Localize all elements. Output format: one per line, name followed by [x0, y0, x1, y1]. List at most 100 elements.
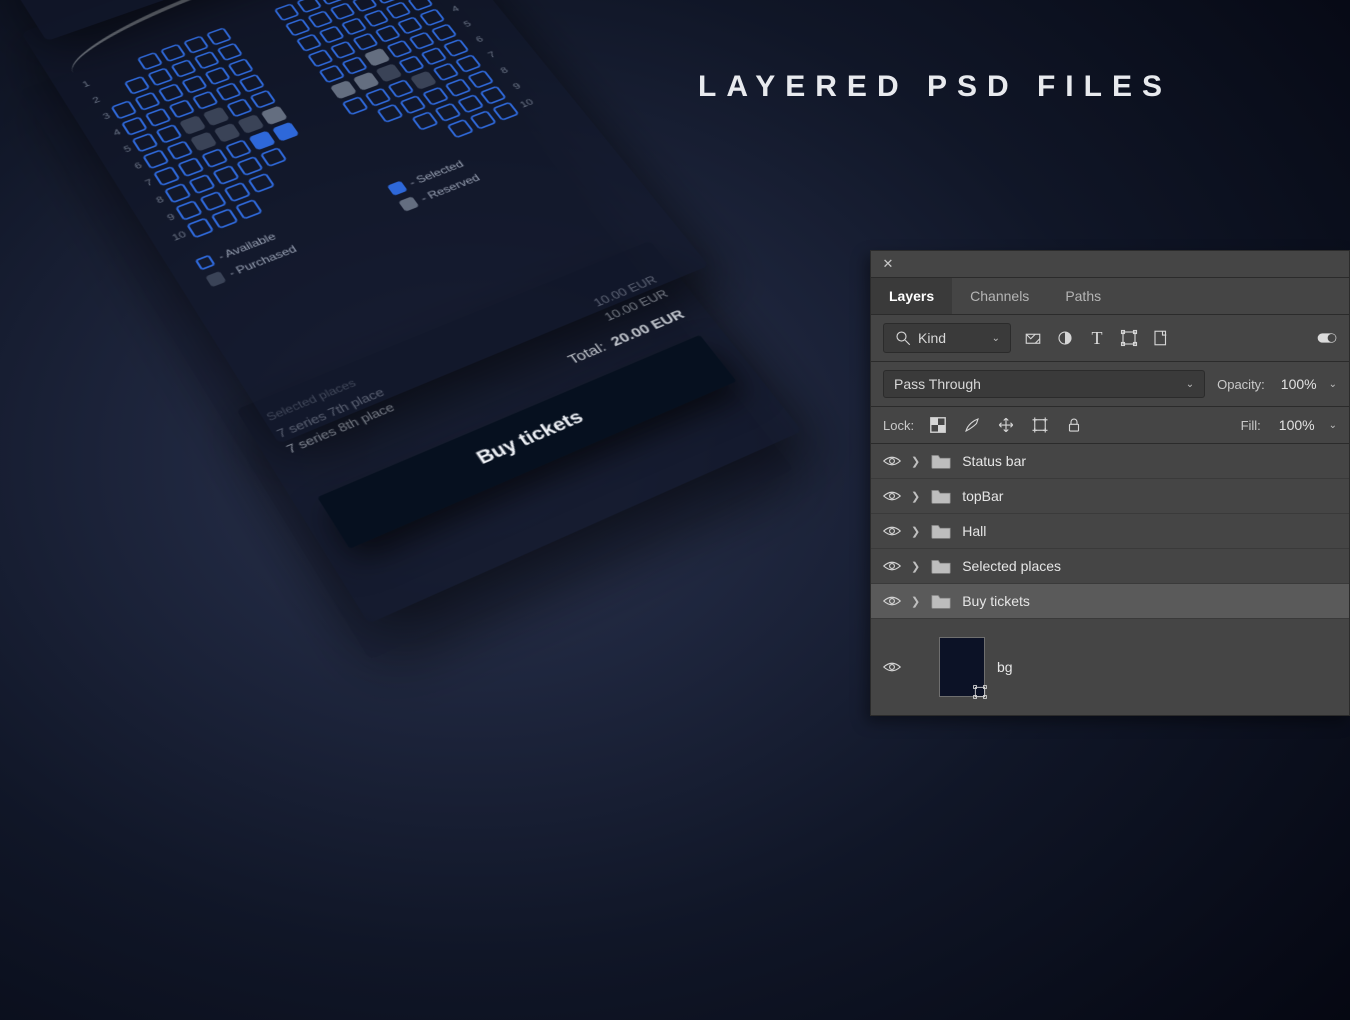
- seat[interactable]: [374, 24, 401, 43]
- seat[interactable]: [419, 8, 446, 26]
- seat[interactable]: [467, 70, 495, 89]
- seat[interactable]: [434, 102, 462, 122]
- seat[interactable]: [166, 140, 194, 160]
- filter-kind-dropdown[interactable]: Kind ⌄: [883, 323, 1011, 353]
- seat[interactable]: [225, 139, 253, 159]
- seat[interactable]: [212, 165, 240, 186]
- seat[interactable]: [318, 25, 345, 44]
- seat[interactable]: [444, 78, 472, 97]
- seat[interactable]: [235, 199, 263, 220]
- seat[interactable]: [124, 76, 151, 95]
- seat[interactable]: [199, 191, 227, 212]
- visibility-eye-icon[interactable]: [883, 524, 901, 538]
- layer-name[interactable]: Status bar: [962, 453, 1026, 469]
- seat[interactable]: [432, 62, 459, 81]
- seat[interactable]: [192, 91, 219, 110]
- seat[interactable]: [170, 59, 197, 78]
- layer-name[interactable]: Buy tickets: [962, 593, 1030, 609]
- seat[interactable]: [155, 124, 182, 144]
- seat[interactable]: [352, 32, 379, 51]
- seat[interactable]: [193, 51, 220, 70]
- seat[interactable]: [131, 133, 158, 153]
- seat[interactable]: [210, 208, 238, 229]
- seat[interactable]: [307, 49, 334, 68]
- layer-row[interactable]: ❯ Buy tickets: [871, 584, 1349, 619]
- fill-value[interactable]: 100%: [1279, 417, 1315, 433]
- lock-brush-icon[interactable]: [962, 415, 982, 435]
- seat[interactable]: [353, 72, 380, 91]
- seat[interactable]: [341, 56, 368, 75]
- seat[interactable]: [385, 1, 412, 19]
- seat[interactable]: [248, 130, 276, 150]
- layers-panel[interactable]: ✕ Layers Channels Paths Kind ⌄ T Pass Th…: [870, 250, 1350, 716]
- seat[interactable]: [408, 31, 435, 50]
- layer-row[interactable]: ❯ Status bar: [871, 444, 1349, 479]
- seat[interactable]: [203, 107, 230, 127]
- seat[interactable]: [142, 149, 170, 169]
- seat[interactable]: [397, 16, 424, 34]
- seat[interactable]: [410, 71, 437, 90]
- seat[interactable]: [188, 174, 216, 195]
- lock-transparent-icon[interactable]: [928, 415, 948, 435]
- seat[interactable]: [387, 79, 414, 98]
- panel-close-icon[interactable]: ✕: [879, 255, 897, 273]
- blend-mode-dropdown[interactable]: Pass Through ⌄: [883, 370, 1205, 398]
- seat[interactable]: [206, 27, 233, 46]
- layer-row[interactable]: ❯Selected places: [871, 549, 1349, 584]
- seat[interactable]: [160, 43, 187, 62]
- visibility-eye-icon[interactable]: [883, 489, 901, 503]
- lock-artboard-icon[interactable]: [1030, 415, 1050, 435]
- seat[interactable]: [274, 3, 300, 21]
- seat[interactable]: [375, 63, 402, 82]
- chevron-down-icon[interactable]: ⌄: [1329, 420, 1337, 431]
- visibility-eye-icon[interactable]: [883, 454, 901, 468]
- seat[interactable]: [177, 157, 205, 177]
- expand-arrow-icon[interactable]: ❯: [911, 525, 920, 538]
- seat[interactable]: [422, 86, 450, 105]
- seat[interactable]: [457, 94, 485, 114]
- seat[interactable]: [190, 131, 218, 151]
- filter-adjust-icon[interactable]: [1055, 328, 1075, 348]
- seat[interactable]: [307, 10, 334, 28]
- seat[interactable]: [164, 183, 192, 204]
- seat[interactable]: [110, 100, 137, 120]
- seat[interactable]: [364, 87, 391, 106]
- visibility-eye-icon[interactable]: [883, 559, 901, 573]
- seat[interactable]: [411, 111, 439, 131]
- seat[interactable]: [216, 43, 243, 62]
- seat[interactable]: [215, 82, 242, 101]
- layer-row-bg[interactable]: bg: [871, 619, 1349, 715]
- seat[interactable]: [223, 182, 251, 203]
- seat[interactable]: [398, 55, 425, 74]
- seat[interactable]: [329, 2, 356, 20]
- seat[interactable]: [145, 108, 172, 128]
- seat[interactable]: [399, 95, 427, 115]
- expand-arrow-icon[interactable]: ❯: [911, 455, 920, 468]
- seat[interactable]: [201, 148, 229, 168]
- seat[interactable]: [137, 52, 164, 71]
- layer-name[interactable]: Selected places: [962, 558, 1061, 574]
- seat[interactable]: [330, 41, 357, 60]
- seat[interactable]: [227, 58, 254, 77]
- seat[interactable]: [364, 48, 391, 67]
- seat[interactable]: [330, 80, 357, 99]
- seat[interactable]: [175, 200, 203, 221]
- filter-type-icon[interactable]: T: [1087, 328, 1107, 348]
- layer-row[interactable]: ❯Hall: [871, 514, 1349, 549]
- seat[interactable]: [238, 74, 265, 93]
- seat[interactable]: [134, 92, 161, 111]
- seat[interactable]: [181, 75, 208, 94]
- seat[interactable]: [431, 23, 458, 42]
- seat[interactable]: [183, 35, 210, 54]
- lock-all-icon[interactable]: [1064, 415, 1084, 435]
- tab-paths[interactable]: Paths: [1047, 278, 1119, 314]
- seat[interactable]: [214, 123, 242, 143]
- seat[interactable]: [226, 98, 253, 118]
- visibility-eye-icon[interactable]: [883, 660, 901, 674]
- layer-name[interactable]: topBar: [962, 488, 1003, 504]
- seat[interactable]: [249, 89, 276, 108]
- seat[interactable]: [455, 54, 482, 73]
- expand-arrow-icon[interactable]: ❯: [911, 595, 920, 608]
- seat[interactable]: [469, 110, 497, 130]
- seat[interactable]: [442, 39, 469, 58]
